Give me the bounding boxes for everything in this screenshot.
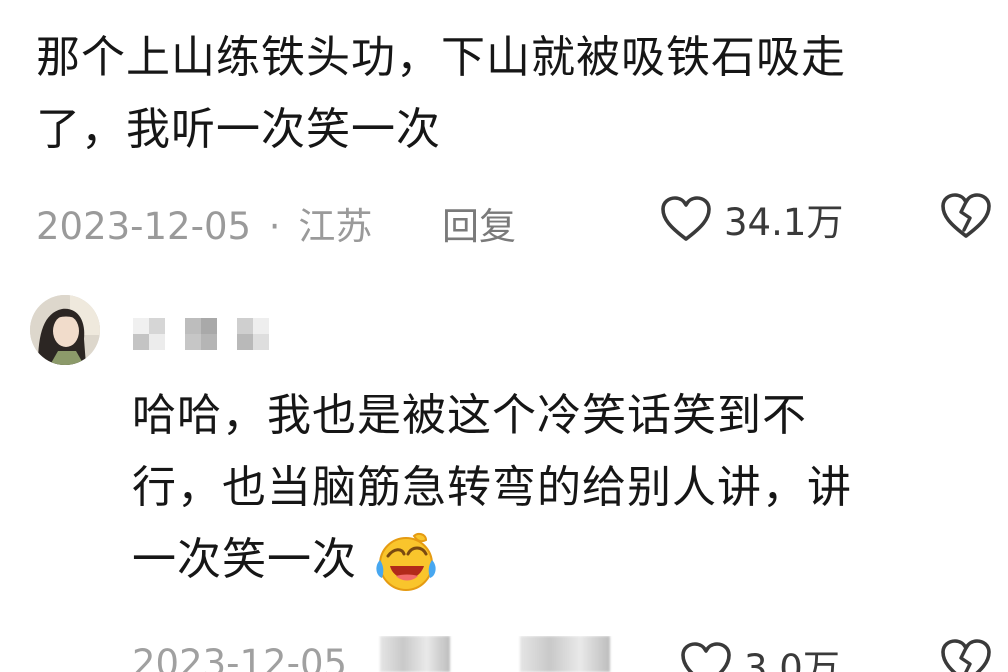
laughing-crying-emoji xyxy=(376,532,436,591)
comment-2-line-3: 一次笑一次 xyxy=(132,524,852,596)
avatar-image xyxy=(30,295,100,365)
comment-1-like-count: 34.1万 xyxy=(724,201,844,244)
comment-1-date: 2023-12-05 xyxy=(36,205,252,248)
comment-2-meta-row: 2023-12-05 3.0万 xyxy=(0,636,1008,672)
blur-block xyxy=(185,318,217,350)
comment-2-reply-blurred xyxy=(520,636,610,672)
comment-2-dislike-button[interactable] xyxy=(940,638,992,672)
comment-2-text: 哈哈，我也是被这个冷笑话笑到不 行，也当脑筋急转弯的给别人讲，讲 一次笑一次 xyxy=(132,380,852,596)
comment-1-line-1: 那个上山练铁头功，下山就被吸铁石吸走 xyxy=(36,32,846,83)
reply-button[interactable]: 回复 xyxy=(442,196,516,250)
comment-1-meta: 2023-12-05 · 江苏 xyxy=(36,196,372,250)
comment-2-line-3-text: 一次笑一次 xyxy=(132,534,357,585)
comment-1-text: 那个上山练铁头功，下山就被吸铁石吸走 了，我听一次笑一次 xyxy=(36,22,846,166)
broken-heart-icon xyxy=(941,193,991,238)
comment-2-line-1: 哈哈，我也是被这个冷笑话笑到不 xyxy=(132,390,807,441)
comment-2-date: 2023-12-05 xyxy=(132,642,348,672)
blur-block xyxy=(133,318,165,350)
comment-2-location-blurred xyxy=(380,636,450,672)
heart-icon xyxy=(681,642,731,672)
comment-2-like-count: 3.0万 xyxy=(744,647,840,672)
blur-block xyxy=(237,318,269,350)
comment-2-line-2: 行，也当脑筋急转弯的给别人讲，讲 xyxy=(132,462,852,513)
broken-heart-icon xyxy=(941,639,991,672)
comment-2-like-button[interactable]: 3.0万 xyxy=(680,638,840,672)
heart-icon xyxy=(661,196,711,241)
comment-1-dislike-button[interactable] xyxy=(940,192,992,240)
avatar[interactable] xyxy=(30,295,100,365)
meta-separator: · xyxy=(268,205,281,248)
comment-2-author-name-blurred xyxy=(133,318,269,350)
comment-1-like-button[interactable]: 34.1万 xyxy=(660,192,843,246)
comment-1-location: 江苏 xyxy=(298,205,373,248)
comment-1-line-2: 了，我听一次笑一次 xyxy=(36,104,441,155)
